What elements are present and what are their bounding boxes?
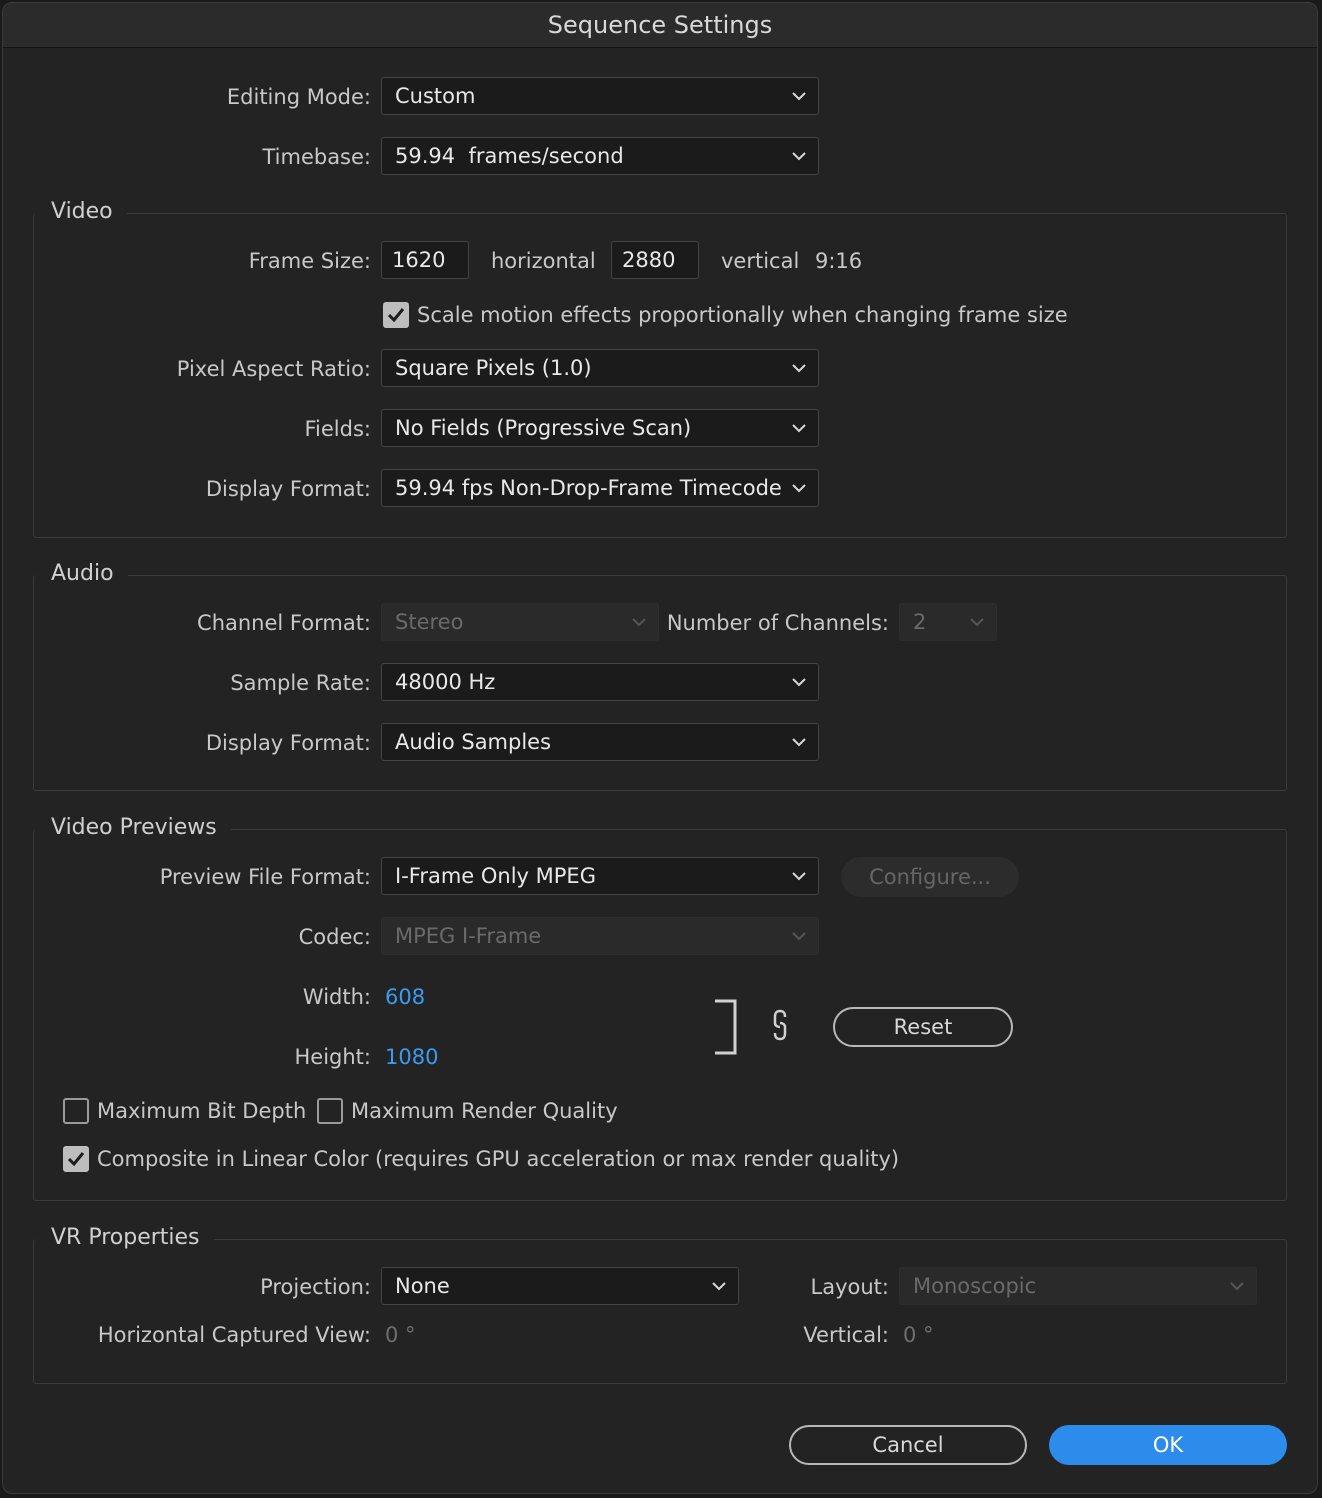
frame-width-input[interactable]: 1620	[381, 241, 469, 279]
vertical-label: vertical	[721, 249, 800, 273]
sample-rate-label: Sample Rate:	[230, 671, 371, 695]
layout-label: Layout:	[810, 1275, 889, 1299]
sequence-settings-dialog: Sequence Settings Editing Mode: Custom T…	[2, 2, 1318, 1494]
timebase-label: Timebase:	[262, 145, 371, 169]
max-render-quality-label: Maximum Render Quality	[351, 1099, 618, 1123]
projection-label: Projection:	[260, 1275, 371, 1299]
codec-value: MPEG I-Frame	[395, 924, 542, 948]
fields-value: No Fields (Progressive Scan)	[395, 416, 692, 440]
chevron-down-icon	[712, 1268, 726, 1304]
chevron-down-icon	[1230, 1268, 1244, 1304]
chevron-down-icon	[792, 470, 806, 506]
editing-mode-value: Custom	[395, 84, 476, 108]
chevron-down-icon	[792, 350, 806, 386]
cancel-button[interactable]: Cancel	[789, 1425, 1027, 1465]
horizontal-label: horizontal	[491, 249, 596, 273]
audio-display-format-value: Audio Samples	[395, 730, 552, 754]
fields-select[interactable]: No Fields (Progressive Scan)	[381, 409, 819, 447]
vertical-view-label: Vertical:	[803, 1323, 889, 1347]
timebase-select[interactable]: 59.94 frames/second	[381, 137, 819, 175]
layout-value: Monoscopic	[913, 1274, 1037, 1298]
audio-group-title: Audio	[35, 561, 128, 586]
preview-file-format-select[interactable]: I-Frame Only MPEG	[381, 857, 819, 895]
pixel-aspect-value: Square Pixels (1.0)	[395, 356, 592, 380]
num-channels-select[interactable]: 2	[899, 603, 997, 641]
video-display-format-label: Display Format:	[205, 477, 371, 501]
dialog-title: Sequence Settings	[3, 3, 1317, 48]
layout-select[interactable]: Monoscopic	[899, 1267, 1257, 1305]
video-group-title: Video	[35, 199, 127, 224]
scale-motion-label: Scale motion effects proportionally when…	[417, 303, 1068, 327]
frame-height-input[interactable]: 2880	[611, 241, 699, 279]
preview-file-format-value: I-Frame Only MPEG	[395, 864, 596, 888]
scale-motion-checkbox[interactable]	[383, 302, 409, 328]
aspect-ratio-text: 9:16	[815, 249, 863, 273]
audio-display-format-select[interactable]: Audio Samples	[381, 723, 819, 761]
editing-mode-select[interactable]: Custom	[381, 77, 819, 115]
max-bit-depth-label: Maximum Bit Depth	[97, 1099, 307, 1123]
linear-color-checkbox[interactable]	[63, 1146, 89, 1172]
channel-format-label: Channel Format:	[197, 611, 371, 635]
vr-properties-group	[33, 1239, 1287, 1384]
vr-properties-group-title: VR Properties	[35, 1225, 214, 1250]
pixel-aspect-label: Pixel Aspect Ratio:	[176, 357, 371, 381]
fields-label: Fields:	[304, 417, 372, 441]
chevron-down-icon	[792, 664, 806, 700]
video-display-format-value: 59.94 fps Non-Drop-Frame Timecode	[395, 476, 782, 500]
chevron-down-icon	[792, 410, 806, 446]
video-previews-group-title: Video Previews	[35, 815, 231, 840]
num-channels-label: Number of Channels:	[666, 611, 889, 635]
codec-label: Codec:	[298, 925, 371, 949]
chevron-down-icon	[792, 138, 806, 174]
frame-size-label: Frame Size:	[248, 249, 371, 273]
horizontal-view-label: Horizontal Captured View:	[97, 1323, 371, 1347]
ok-button[interactable]: OK	[1049, 1425, 1287, 1465]
width-value[interactable]: 608	[385, 985, 425, 1009]
checkmark-icon	[67, 1152, 85, 1167]
editing-mode-label: Editing Mode:	[226, 85, 371, 109]
channel-format-value: Stereo	[395, 610, 464, 634]
chevron-down-icon	[792, 858, 806, 894]
pixel-aspect-select[interactable]: Square Pixels (1.0)	[381, 349, 819, 387]
preview-file-format-label: Preview File Format:	[159, 865, 371, 889]
checkmark-icon	[387, 308, 405, 323]
sample-rate-value: 48000 Hz	[395, 670, 496, 694]
audio-display-format-label: Display Format:	[205, 731, 371, 755]
timebase-value: 59.94 frames/second	[395, 144, 624, 168]
sample-rate-select[interactable]: 48000 Hz	[381, 663, 819, 701]
projection-value: None	[395, 1274, 450, 1298]
channel-format-select[interactable]: Stereo	[381, 603, 659, 641]
linear-color-label: Composite in Linear Color (requires GPU …	[97, 1147, 900, 1171]
width-label: Width:	[302, 985, 371, 1009]
chevron-down-icon	[632, 604, 646, 640]
chevron-down-icon	[792, 724, 806, 760]
vertical-view-value: 0 °	[903, 1323, 934, 1347]
configure-button[interactable]: Configure...	[841, 857, 1019, 897]
max-bit-depth-checkbox[interactable]	[63, 1098, 89, 1124]
height-label: Height:	[294, 1045, 372, 1069]
chain-link-icon[interactable]	[771, 1009, 789, 1041]
link-bracket-icon	[715, 999, 737, 1055]
chevron-down-icon	[970, 604, 984, 640]
chevron-down-icon	[792, 918, 806, 954]
num-channels-value: 2	[913, 610, 927, 634]
projection-select[interactable]: None	[381, 1267, 739, 1305]
height-value[interactable]: 1080	[385, 1045, 438, 1069]
max-render-quality-checkbox[interactable]	[317, 1098, 343, 1124]
codec-select[interactable]: MPEG I-Frame	[381, 917, 819, 955]
reset-button[interactable]: Reset	[833, 1007, 1013, 1047]
horizontal-view-value: 0 °	[385, 1323, 416, 1347]
chevron-down-icon	[792, 78, 806, 114]
video-display-format-select[interactable]: 59.94 fps Non-Drop-Frame Timecode	[381, 469, 819, 507]
